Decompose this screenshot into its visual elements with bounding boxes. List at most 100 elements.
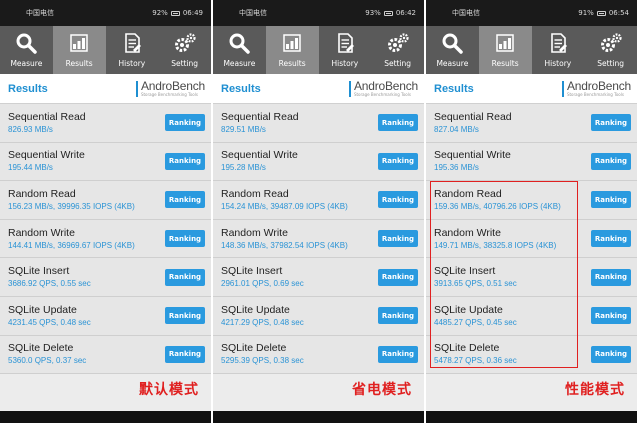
nav-footer bbox=[426, 411, 637, 423]
ranking-button[interactable]: Ranking bbox=[591, 191, 631, 209]
result-name: SQLite Delete bbox=[221, 342, 287, 355]
nav-footer bbox=[0, 411, 211, 423]
ranking-button[interactable]: Ranking bbox=[378, 268, 418, 286]
battery-percent: 91% bbox=[578, 9, 594, 17]
tab-measure[interactable]: Measure bbox=[426, 26, 479, 74]
clock: 06:42 bbox=[395, 9, 416, 17]
result-value: 829.51 MB/s bbox=[221, 124, 266, 134]
battery-percent: 92% bbox=[152, 9, 168, 17]
status-bar: 中国电信 93% 06:42 bbox=[213, 0, 424, 26]
tab-setting[interactable]: Setting bbox=[371, 26, 424, 74]
tab-label: Setting bbox=[597, 59, 625, 68]
result-value: 4231.45 QPS, 0.48 sec bbox=[8, 317, 91, 327]
brand-tagline: Storage Benchmarking Tools bbox=[566, 92, 624, 97]
magnifier-icon bbox=[15, 32, 38, 59]
tab-label: Setting bbox=[171, 59, 199, 68]
battery-icon bbox=[596, 10, 606, 16]
result-name: Random Write bbox=[8, 226, 75, 239]
battery-icon bbox=[170, 10, 180, 16]
result-name: Random Read bbox=[221, 187, 289, 200]
tab-results[interactable]: Results bbox=[265, 26, 319, 74]
tab-history[interactable]: History bbox=[106, 26, 159, 74]
androbench-logo: AndroBench Storage Benchmarking Tools bbox=[348, 79, 418, 97]
result-name: Random Write bbox=[221, 226, 288, 239]
highlight-box bbox=[430, 181, 578, 368]
result-row: Sequential Write 195.44 MB/s Ranking bbox=[0, 143, 211, 182]
result-name: Sequential Read bbox=[221, 110, 299, 123]
mode-label: 性能模式 bbox=[565, 382, 625, 398]
battery-percent: 93% bbox=[365, 9, 381, 17]
tab-setting[interactable]: Setting bbox=[584, 26, 637, 74]
ranking-button[interactable]: Ranking bbox=[165, 230, 205, 248]
tab-label: Measure bbox=[223, 59, 256, 68]
result-value: 195.28 MB/s bbox=[221, 163, 266, 173]
ranking-button[interactable]: Ranking bbox=[591, 345, 631, 363]
androbench-logo: AndroBench Storage Benchmarking Tools bbox=[561, 80, 631, 97]
tab-measure[interactable]: Measure bbox=[0, 26, 53, 74]
ranking-button[interactable]: Ranking bbox=[378, 307, 418, 325]
brand-name: AndroBench bbox=[140, 79, 205, 93]
ranking-button[interactable]: Ranking bbox=[165, 345, 205, 363]
status-bar: 中国电信 91% 06:54 bbox=[426, 0, 637, 26]
result-row: Sequential Read 826.93 MB/s Ranking bbox=[0, 104, 211, 143]
result-name: SQLite Update bbox=[8, 303, 77, 316]
tab-label: Results bbox=[491, 59, 519, 68]
document-icon bbox=[121, 32, 143, 59]
gear-icon bbox=[599, 32, 623, 59]
ranking-button[interactable]: Ranking bbox=[165, 114, 205, 132]
results-list: Sequential Read 826.93 MB/s Ranking Sequ… bbox=[0, 104, 211, 375]
ranking-button[interactable]: Ranking bbox=[378, 114, 418, 132]
chart-icon bbox=[68, 32, 90, 59]
nav-bar: Measure Results History Setting bbox=[0, 26, 211, 74]
result-row: SQLite Update 4217.29 QPS, 0.48 sec Rank… bbox=[213, 297, 424, 336]
mode-label: 省电模式 bbox=[352, 382, 412, 398]
tab-results[interactable]: Results bbox=[478, 26, 532, 74]
tab-label: Results bbox=[278, 59, 306, 68]
tab-label: History bbox=[331, 59, 359, 68]
ranking-button[interactable]: Ranking bbox=[591, 268, 631, 286]
mode-label: 默认模式 bbox=[139, 382, 199, 398]
result-value: 154.24 MB/s, 39487.09 IOPS (4KB) bbox=[221, 201, 348, 211]
ranking-button[interactable]: Ranking bbox=[591, 152, 631, 170]
tab-history[interactable]: History bbox=[319, 26, 372, 74]
ranking-button[interactable]: Ranking bbox=[378, 152, 418, 170]
result-value: 5295.39 QPS, 0.38 sec bbox=[221, 356, 304, 366]
tab-measure[interactable]: Measure bbox=[213, 26, 266, 74]
result-row: SQLite Update 4231.45 QPS, 0.48 sec Rank… bbox=[0, 297, 211, 336]
ranking-button[interactable]: Ranking bbox=[591, 307, 631, 325]
ranking-button[interactable]: Ranking bbox=[378, 230, 418, 248]
status-bar: 中国电信 92% 06:49 bbox=[0, 0, 211, 26]
ranking-button[interactable]: Ranking bbox=[165, 152, 205, 170]
clock: 06:54 bbox=[608, 9, 629, 17]
tab-label: Measure bbox=[436, 59, 469, 68]
nav-bar: Measure Results History Setting bbox=[213, 26, 424, 74]
result-row: SQLite Delete 5360.0 QPS, 0.37 sec Ranki… bbox=[0, 336, 211, 375]
result-name: Random Read bbox=[8, 187, 76, 200]
ranking-button[interactable]: Ranking bbox=[591, 230, 631, 248]
result-row: Random Write 144.41 MB/s, 36969.67 IOPS … bbox=[0, 220, 211, 259]
result-name: SQLite Delete bbox=[8, 342, 74, 355]
result-value: 3686.92 QPS, 0.55 sec bbox=[8, 279, 91, 289]
result-value: 826.93 MB/s bbox=[8, 124, 53, 134]
carrier-label: 中国电信 bbox=[26, 9, 54, 17]
ranking-button[interactable]: Ranking bbox=[378, 345, 418, 363]
result-value: 4217.29 QPS, 0.48 sec bbox=[221, 317, 304, 327]
tab-results[interactable]: Results bbox=[52, 26, 106, 74]
ranking-button[interactable]: Ranking bbox=[591, 114, 631, 132]
result-row: Random Read 154.24 MB/s, 39487.09 IOPS (… bbox=[213, 181, 424, 220]
magnifier-icon bbox=[441, 32, 464, 59]
androbench-logo: AndroBench Storage Benchmarking Tools bbox=[135, 79, 205, 97]
tab-setting[interactable]: Setting bbox=[158, 26, 211, 74]
ranking-button[interactable]: Ranking bbox=[165, 268, 205, 286]
result-name: Sequential Write bbox=[8, 149, 85, 162]
ranking-button[interactable]: Ranking bbox=[165, 307, 205, 325]
document-icon bbox=[334, 32, 356, 59]
tab-label: Measure bbox=[10, 59, 43, 68]
ranking-button[interactable]: Ranking bbox=[165, 191, 205, 209]
result-value: 2961.01 QPS, 0.69 sec bbox=[221, 279, 304, 289]
brand-name: AndroBench bbox=[353, 79, 418, 93]
tab-history[interactable]: History bbox=[532, 26, 585, 74]
phone-screen: 中国电信 92% 06:49 Measure Results History S… bbox=[0, 0, 211, 423]
ranking-button[interactable]: Ranking bbox=[378, 191, 418, 209]
tab-label: History bbox=[544, 59, 572, 68]
